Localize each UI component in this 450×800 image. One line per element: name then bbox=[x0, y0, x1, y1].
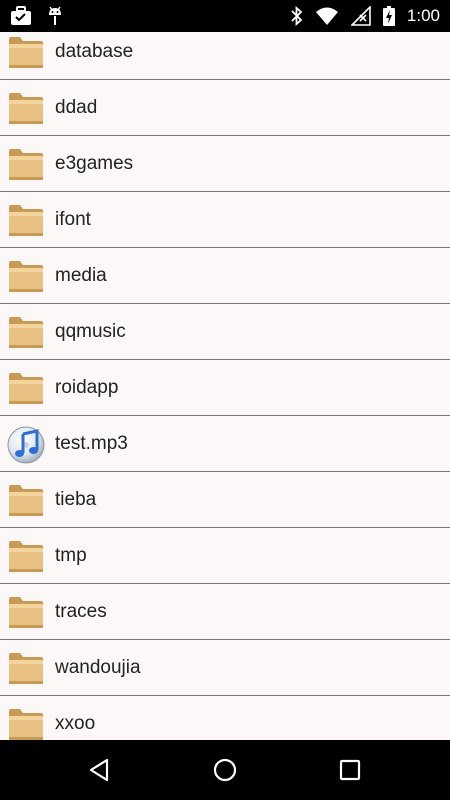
list-item[interactable]: tmp bbox=[0, 528, 450, 584]
folder-icon bbox=[6, 312, 46, 352]
folder-icon bbox=[6, 536, 46, 576]
briefcase-icon bbox=[10, 6, 32, 26]
list-item[interactable]: ifont bbox=[0, 192, 450, 248]
no-signal-icon bbox=[350, 6, 371, 26]
file-name: tmp bbox=[55, 545, 87, 566]
back-icon[interactable] bbox=[85, 755, 115, 785]
list-item[interactable]: qqmusic bbox=[0, 304, 450, 360]
folder-icon bbox=[6, 368, 46, 408]
list-item[interactable]: media bbox=[0, 248, 450, 304]
file-name: ddad bbox=[55, 97, 98, 118]
android-debug-icon bbox=[46, 6, 64, 26]
file-name: database bbox=[55, 41, 134, 62]
folder-icon bbox=[6, 592, 46, 632]
folder-icon bbox=[6, 648, 46, 688]
folder-icon bbox=[6, 256, 46, 296]
status-bar: 1:00 bbox=[0, 0, 450, 32]
file-name: test.mp3 bbox=[55, 433, 128, 454]
home-icon[interactable] bbox=[210, 755, 240, 785]
folder-icon bbox=[6, 88, 46, 128]
list-item[interactable]: roidapp bbox=[0, 360, 450, 416]
file-name: media bbox=[55, 265, 107, 286]
list-item[interactable]: wandoujia bbox=[0, 640, 450, 696]
file-browser-screen: database ddad e3games ifont media qqmusi… bbox=[0, 0, 450, 800]
music-file-icon bbox=[6, 424, 46, 464]
folder-icon bbox=[6, 144, 46, 184]
file-name: tieba bbox=[55, 489, 97, 510]
file-name: ifont bbox=[55, 209, 91, 230]
file-name: qqmusic bbox=[55, 321, 126, 342]
navigation-bar bbox=[0, 740, 450, 800]
list-item[interactable]: tieba bbox=[0, 472, 450, 528]
folder-icon bbox=[6, 480, 46, 520]
file-name: e3games bbox=[55, 153, 134, 174]
bluetooth-icon bbox=[291, 6, 303, 26]
clock: 1:00 bbox=[406, 6, 440, 25]
wifi-icon bbox=[315, 6, 339, 26]
file-name: xxoo bbox=[55, 713, 96, 734]
folder-icon bbox=[6, 32, 46, 72]
file-name: traces bbox=[55, 601, 107, 622]
file-name: wandoujia bbox=[55, 657, 141, 678]
list-item[interactable]: traces bbox=[0, 584, 450, 640]
list-item[interactable]: test.mp3 bbox=[0, 416, 450, 472]
list-item[interactable]: xxoo bbox=[0, 696, 450, 742]
folder-icon bbox=[6, 704, 46, 742]
file-name: roidapp bbox=[55, 377, 119, 398]
recents-icon[interactable] bbox=[335, 755, 365, 785]
list-item[interactable]: e3games bbox=[0, 136, 450, 192]
list-item[interactable]: database bbox=[0, 24, 450, 80]
battery-charging-icon bbox=[382, 6, 395, 26]
folder-icon bbox=[6, 200, 46, 240]
list-item[interactable]: ddad bbox=[0, 80, 450, 136]
file-list[interactable]: database ddad e3games ifont media qqmusi… bbox=[0, 24, 450, 742]
